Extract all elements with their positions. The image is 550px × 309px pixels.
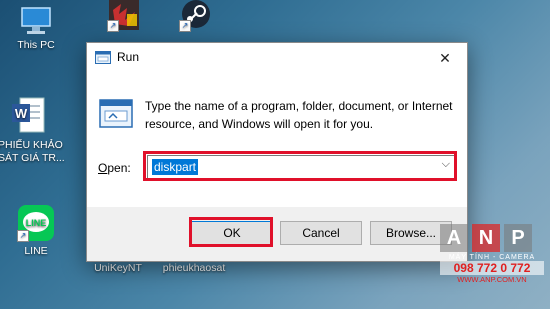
- open-label: Open:: [98, 161, 131, 175]
- desktop-icon-label: UniKeyNT: [94, 262, 142, 274]
- desktop-icon-word-doc[interactable]: W PHIẾU KHẢO SÁT GIÁ TR...: [0, 96, 76, 165]
- desktop-icon-unikey[interactable]: UniKeyNT: [82, 262, 154, 275]
- crossfire-app-icon: ↗: [107, 0, 141, 32]
- shortcut-arrow-icon: ↗: [17, 230, 29, 242]
- run-icon: [95, 51, 111, 64]
- ok-highlight-box: [189, 217, 273, 247]
- cancel-button[interactable]: Cancel: [280, 221, 362, 245]
- watermark-letter-a: A: [440, 224, 468, 252]
- watermark-logo: A N P: [440, 224, 544, 252]
- watermark-letter-p: P: [504, 224, 532, 252]
- dialog-footer: OK Cancel Browse...: [87, 207, 467, 261]
- svg-text:LINE: LINE: [26, 218, 47, 228]
- dialog-description: Type the name of a program, folder, docu…: [145, 99, 453, 131]
- desktop-icon-label: This PC: [17, 39, 55, 51]
- dialog-body: Type the name of a program, folder, docu…: [87, 73, 467, 207]
- open-label-text: pen:: [107, 161, 131, 175]
- close-button[interactable]: ✕: [423, 43, 467, 73]
- cancel-button-label: Cancel: [302, 226, 340, 240]
- close-icon: ✕: [439, 50, 451, 66]
- watermark-letter-n: N: [472, 224, 500, 252]
- watermark-phone: 098 772 0 772: [440, 261, 544, 275]
- desktop-icon-line[interactable]: LINE ↗ LINE: [0, 204, 72, 258]
- run-dialog: Run ✕ Type the name of a program, folder…: [86, 42, 468, 262]
- input-highlight-box: [143, 151, 457, 181]
- dialog-title: Run: [117, 50, 140, 64]
- steam-icon: ↗: [179, 0, 213, 32]
- open-label-accelerator: O: [98, 161, 108, 175]
- desktop-icon-crossfire[interactable]: ↗: [88, 0, 160, 35]
- this-pc-icon: [19, 6, 53, 36]
- svg-text:W: W: [15, 106, 28, 121]
- browse-button-label: Browse...: [385, 226, 436, 240]
- title-bar[interactable]: Run ✕: [87, 43, 467, 73]
- anp-watermark: A N P MÁY TÍNH - CAMERA 098 772 0 772 WW…: [440, 224, 544, 284]
- desktop-icon-label: phieukhaosat: [162, 262, 226, 274]
- shortcut-arrow-icon: ↗: [107, 20, 119, 32]
- desktop-icon-this-pc[interactable]: This PC: [0, 0, 72, 52]
- desktop-icon-label: LINE: [24, 245, 48, 257]
- watermark-website: WWW.ANP.COM.VN: [457, 275, 527, 284]
- shortcut-arrow-icon: ↗: [179, 20, 191, 32]
- run-program-icon: [99, 99, 133, 129]
- line-app-icon: LINE ↗: [17, 204, 55, 242]
- watermark-tagline: MÁY TÍNH - CAMERA: [448, 254, 536, 261]
- word-document-icon: W: [12, 96, 46, 136]
- desktop-icon-phieukhaosat[interactable]: phieukhaosat: [158, 262, 230, 275]
- desktop-icon-label: PHIẾU KHẢO SÁT GIÁ TR...: [0, 139, 65, 164]
- desktop-icon-steam[interactable]: ↗: [160, 0, 232, 35]
